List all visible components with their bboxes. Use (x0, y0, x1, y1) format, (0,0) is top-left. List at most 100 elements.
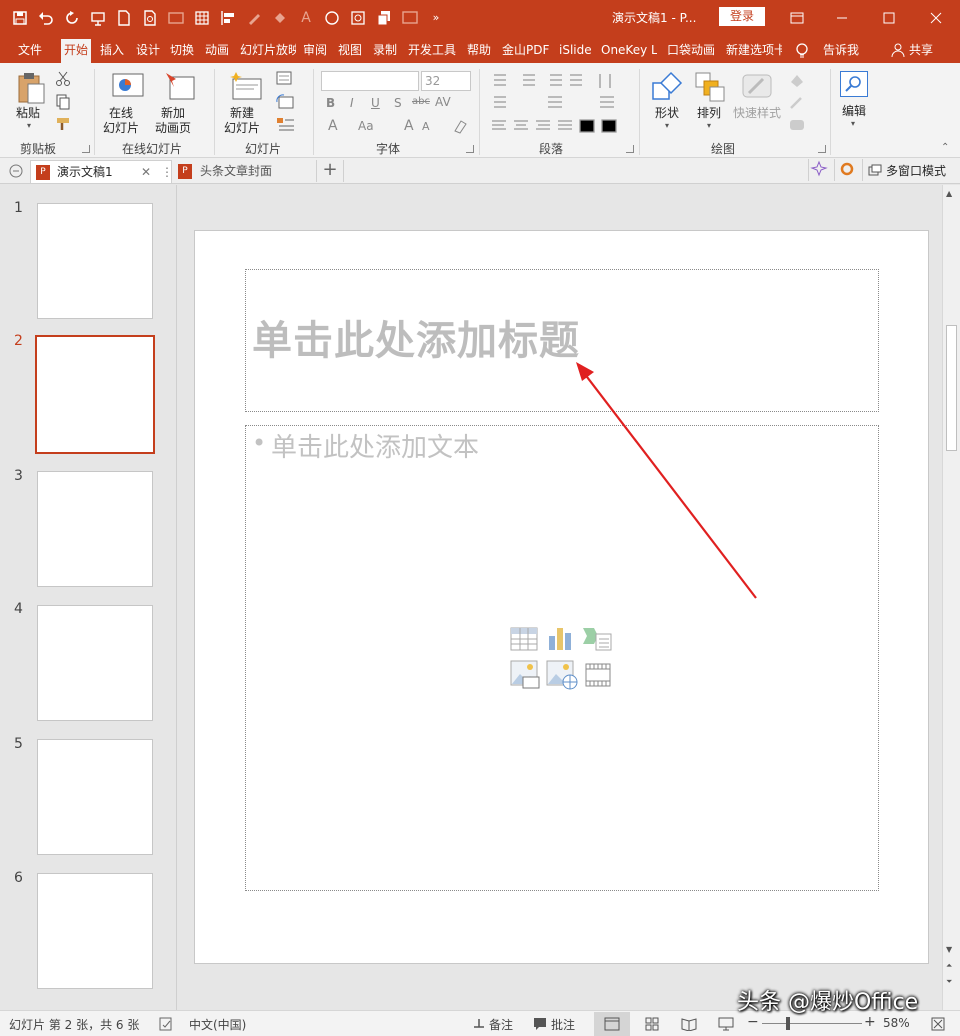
tab-onekey[interactable]: OneKey L (601, 39, 657, 63)
close-tab-icon[interactable]: ✕ (141, 161, 151, 183)
slide-thumbnail[interactable] (37, 471, 153, 587)
underline-button[interactable]: U (371, 96, 380, 110)
settings-gear-icon[interactable] (834, 159, 858, 181)
arrange-dropdown-icon[interactable]: ▾ (707, 121, 711, 130)
select-icon[interactable] (346, 6, 370, 30)
new-icon[interactable] (112, 6, 136, 30)
slide-sorter-icon[interactable] (645, 1017, 659, 1031)
slide-thumbnail-selected[interactable] (35, 335, 155, 454)
quick-styles-button[interactable]: 快速样式 (733, 106, 781, 121)
picture-icon[interactable] (510, 660, 540, 690)
slideshow-view-icon[interactable] (718, 1017, 734, 1031)
tab-review[interactable]: 审阅 (303, 39, 327, 63)
paragraph-launcher-icon[interactable] (626, 145, 634, 153)
tab-developer[interactable]: 开发工具 (408, 39, 456, 63)
tab-animations[interactable]: 动画 (205, 39, 229, 63)
strikethrough-button[interactable]: abc (412, 96, 430, 107)
online-picture-icon[interactable] (546, 660, 578, 690)
chart-icon[interactable] (546, 624, 574, 652)
clear-format-icon[interactable] (452, 118, 468, 134)
tab-switch-icon[interactable] (8, 163, 24, 179)
section-icon[interactable] (276, 117, 296, 133)
shrink-font-button[interactable]: A (422, 120, 430, 133)
smartart-icon[interactable] (582, 626, 612, 652)
spellcheck-icon[interactable] (158, 1016, 174, 1032)
tab-kingsoft-pdf[interactable]: 金山PDF (502, 39, 549, 63)
table-icon[interactable] (510, 626, 538, 652)
font-name-field[interactable] (321, 71, 419, 91)
format-painter-icon[interactable] (55, 116, 71, 132)
reading-view-icon[interactable] (681, 1017, 697, 1031)
lightbulb-icon[interactable] (795, 39, 809, 63)
save-icon[interactable] (8, 6, 32, 30)
add-tab-button[interactable]: + (316, 160, 344, 182)
tell-me-field[interactable]: 告诉我 (823, 39, 859, 63)
font-size-field[interactable]: 32 (421, 71, 471, 91)
clipboard-launcher-icon[interactable] (82, 145, 90, 153)
online-slides-icon[interactable] (112, 73, 144, 103)
paste-dropdown-icon[interactable]: ▾ (27, 121, 31, 130)
present-icon[interactable] (86, 6, 110, 30)
tab-record[interactable]: 录制 (373, 39, 397, 63)
fill-icon[interactable] (268, 6, 292, 30)
tab-design[interactable]: 设计 (136, 39, 160, 63)
slide-thumbnail[interactable] (37, 739, 153, 855)
bold-button[interactable]: B (326, 96, 335, 110)
zoom-slider-thumb[interactable] (786, 1017, 790, 1030)
language-status[interactable]: 中文(中国) (189, 1016, 246, 1033)
video-icon[interactable] (584, 662, 612, 688)
new-animation-page-icon[interactable] (164, 71, 196, 103)
doc-tab-cover[interactable]: P 头条文章封面 (174, 160, 314, 183)
find-icon[interactable] (840, 71, 868, 97)
slide-thumbnail[interactable] (37, 873, 153, 989)
font-color-button[interactable]: A (328, 118, 338, 134)
arrange-button[interactable]: 排列 (697, 106, 721, 121)
arrange-icon[interactable] (694, 71, 726, 103)
quick-styles-icon[interactable] (741, 71, 773, 103)
tab-home[interactable]: 开始 (61, 39, 92, 63)
shape-format-icons[interactable] (787, 72, 815, 136)
tab-new-custom[interactable]: 新建选项卡 (726, 39, 782, 63)
collapse-ribbon-icon[interactable]: ⌃ (941, 142, 949, 153)
tab-slideshow[interactable]: 幻灯片放映 (240, 39, 296, 63)
shapes-button[interactable]: 形状 (655, 106, 679, 121)
share-icon[interactable] (891, 39, 905, 63)
doc-tab-presentation1[interactable]: P 演示文稿1 ✕ ⋮ (30, 160, 173, 183)
more-icon[interactable]: » (424, 6, 448, 30)
new-slide-icon[interactable] (230, 71, 264, 103)
font-color-icon[interactable]: A (294, 6, 318, 30)
notes-button[interactable]: 备注 (489, 1016, 513, 1033)
slide-thumbnail[interactable] (37, 203, 153, 319)
vertical-scrollbar[interactable]: ▲ ▼ ⏶ ⏷ (942, 185, 960, 1010)
scroll-up-icon[interactable]: ▲ (946, 189, 952, 198)
reset-icon[interactable] (276, 94, 296, 110)
screen-icon[interactable] (398, 6, 422, 30)
previous-slide-icon[interactable]: ⏶ (946, 961, 952, 971)
paste-button[interactable]: 粘贴 (16, 106, 40, 121)
shadow-button[interactable]: S (394, 96, 402, 110)
editing-button[interactable]: 编辑 (842, 104, 866, 119)
tab-islide[interactable]: iSlide (559, 39, 592, 63)
login-button[interactable]: 登录 (719, 7, 765, 26)
scroll-down-icon[interactable]: ▼ (946, 945, 952, 954)
copy-icon[interactable] (372, 6, 396, 30)
paste-icon[interactable] (16, 71, 46, 105)
pen-icon[interactable] (242, 6, 266, 30)
grid-icon[interactable] (190, 6, 214, 30)
tab-view[interactable]: 视图 (338, 39, 362, 63)
comments-button[interactable]: 批注 (551, 1016, 575, 1033)
maximize-icon[interactable] (867, 0, 911, 35)
tab-transitions[interactable]: 切换 (170, 39, 194, 63)
align-icon[interactable] (216, 6, 240, 30)
shapes-icon[interactable] (651, 71, 685, 103)
tab-help[interactable]: 帮助 (467, 39, 491, 63)
change-case-button[interactable]: Aa (358, 119, 374, 133)
editing-dropdown-icon[interactable]: ▾ (851, 119, 855, 128)
ribbon-display-icon[interactable] (775, 0, 819, 35)
undo-icon[interactable] (34, 6, 58, 30)
tab-file[interactable]: 文件 (18, 39, 42, 63)
new-slide-button[interactable]: 新建 幻灯片 (224, 106, 260, 136)
new-animation-page-button[interactable]: 新加 动画页 (155, 106, 191, 136)
tab-pocket-animation[interactable]: 口袋动画 (667, 39, 715, 63)
magic-icon[interactable] (808, 159, 830, 181)
